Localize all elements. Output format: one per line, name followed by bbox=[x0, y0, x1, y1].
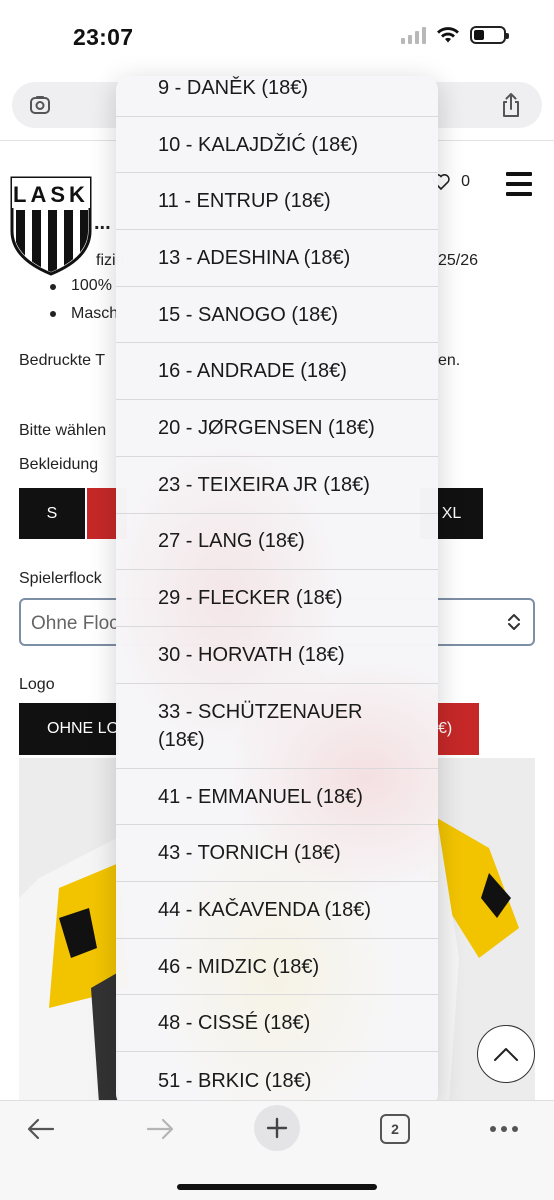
tab-count: 2 bbox=[380, 1114, 410, 1144]
dropdown-option[interactable]: 16 - ANDRADE (18€) bbox=[116, 344, 438, 401]
scroll-to-top-button[interactable] bbox=[477, 1025, 535, 1083]
lask-logo[interactable]: LASK bbox=[10, 176, 92, 276]
chevron-updown-icon bbox=[508, 614, 520, 630]
dropdown-option[interactable]: 33 - SCHÜTZENAUER (18€) bbox=[116, 684, 438, 769]
dropdown-option[interactable]: 23 - TEIXEIRA JR (18€) bbox=[116, 457, 438, 514]
more-button[interactable] bbox=[488, 1113, 520, 1145]
svg-text:LASK: LASK bbox=[13, 182, 89, 207]
battery-icon bbox=[470, 26, 509, 44]
print-note-end: en. bbox=[438, 352, 461, 369]
dropdown-option[interactable]: 20 - JØRGENSEN (18€) bbox=[116, 400, 438, 457]
product-title-fragment: ... bbox=[94, 212, 111, 234]
arrow-up-icon bbox=[494, 1048, 518, 1061]
dropdown-option[interactable]: 9 - DANĚK (18€) bbox=[116, 76, 438, 117]
dropdown-option[interactable]: 44 - KAČAVENDA (18€) bbox=[116, 882, 438, 939]
dropdown-option[interactable]: 15 - SANOGO (18€) bbox=[116, 287, 438, 344]
dropdown-option[interactable]: 11 - ENTRUP (18€) bbox=[116, 173, 438, 231]
size-label: Bekleidung bbox=[19, 456, 99, 473]
battery-level bbox=[474, 30, 484, 40]
dropdown-option[interactable]: 30 - HORVATH (18€) bbox=[116, 627, 438, 684]
wifi-icon bbox=[437, 27, 459, 43]
reader-mode-icon[interactable] bbox=[28, 93, 52, 117]
forward-arrow-icon bbox=[146, 1118, 174, 1140]
cellular-signal-icon bbox=[401, 26, 426, 44]
logo-option-2[interactable]: €) bbox=[438, 703, 479, 755]
forward-button[interactable] bbox=[143, 1113, 177, 1145]
dropdown-option[interactable]: 43 - TORNICH (18€) bbox=[116, 825, 438, 883]
spec-line-3: Masch bbox=[71, 305, 119, 322]
spec-line-1-end: 25/26 bbox=[438, 252, 479, 269]
print-note: Bedruckte T bbox=[19, 352, 105, 369]
logo-label: Logo bbox=[19, 676, 55, 693]
flock-select-value: Ohne Floc bbox=[31, 613, 119, 634]
size-option-s[interactable]: S bbox=[19, 488, 85, 539]
status-time: 23:07 bbox=[73, 24, 134, 50]
dropdown-option[interactable]: 41 - EMMANUEL (18€) bbox=[116, 769, 438, 826]
tabs-button[interactable]: 2 bbox=[379, 1113, 411, 1145]
spec-line-2: 100% bbox=[71, 277, 112, 294]
more-icon bbox=[490, 1126, 518, 1132]
dropdown-option[interactable]: 29 - FLECKER (18€) bbox=[116, 570, 438, 627]
plus-icon bbox=[266, 1117, 288, 1139]
status-icons bbox=[401, 26, 509, 44]
back-arrow-icon bbox=[27, 1118, 55, 1140]
home-indicator bbox=[177, 1184, 377, 1190]
player-flock-dropdown[interactable]: 9 - DANĚK (18€) 10 - KALAJDŽIĆ (18€) 11 - … bbox=[116, 76, 438, 1108]
new-tab-button[interactable] bbox=[254, 1105, 300, 1151]
dropdown-option[interactable]: 10 - KALAJDŽIĆ (18€) bbox=[116, 117, 438, 174]
menu-icon[interactable] bbox=[506, 172, 532, 196]
choose-label: Bitte wählen bbox=[19, 422, 107, 439]
new-tab-circle bbox=[254, 1105, 300, 1151]
dropdown-option[interactable]: 13 - ADESHINA (18€) bbox=[116, 230, 438, 287]
favorites-count: 0 bbox=[461, 173, 470, 190]
bullet bbox=[50, 284, 56, 290]
bullet bbox=[50, 311, 56, 317]
share-icon[interactable] bbox=[498, 91, 524, 119]
dropdown-option[interactable]: 48 - CISSÉ (18€) bbox=[116, 996, 438, 1053]
logo-option-none[interactable]: OHNE LO bbox=[19, 703, 119, 755]
status-bar: 23:07 bbox=[0, 0, 554, 76]
dropdown-option[interactable]: 27 - LANG (18€) bbox=[116, 514, 438, 571]
back-button[interactable] bbox=[24, 1113, 58, 1145]
dropdown-option[interactable]: 46 - MIDZIC (18€) bbox=[116, 939, 438, 996]
flock-label: Spielerflock bbox=[19, 570, 102, 587]
